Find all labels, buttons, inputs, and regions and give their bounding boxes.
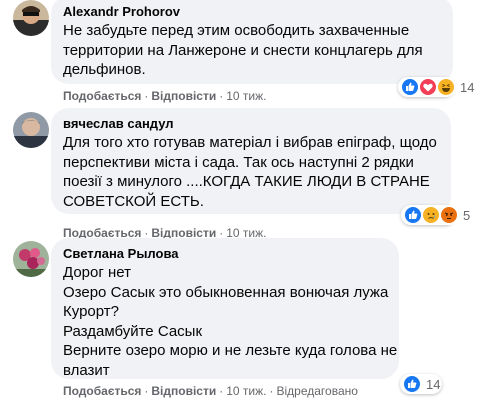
reaction-summary[interactable]: 14	[398, 77, 474, 97]
comment-line: перспективи міста і сада. Так ось наступ…	[63, 153, 414, 171]
reaction-count: 14	[460, 79, 475, 95]
separator-dot: ·	[219, 384, 224, 398]
comment-author[interactable]: вячеслав сандул	[63, 116, 439, 132]
separator-dot: ·	[219, 89, 224, 103]
avatar[interactable]	[13, 0, 49, 36]
reaction-count: 14	[426, 376, 441, 392]
like-reaction-icon	[402, 374, 422, 394]
separator-dot: ·	[144, 89, 149, 103]
comment-line: СОВЕТСКОЙ ЕСТЬ.	[63, 192, 204, 210]
edited-label[interactable]: Відредаговано	[276, 384, 357, 398]
sad-reaction-icon	[421, 205, 441, 225]
comment-line: Озеро Сасык это обыкновенная вонючая луж…	[63, 283, 389, 301]
love-reaction-icon	[418, 77, 438, 97]
comment-author[interactable]: Светлана Рылова	[63, 246, 387, 262]
comment-line: Раздамбуйте Сасык	[63, 322, 203, 340]
comment-line: территории на Ланжероне и снести концлаг…	[63, 41, 423, 59]
like-button[interactable]: Подобається	[63, 384, 141, 398]
comment-line: Курорт?	[63, 303, 119, 320]
avatar[interactable]	[13, 112, 49, 148]
comment-bubble: Alexandr Prohorov Не забудьте перед этим…	[51, 0, 453, 84]
comment-line: Для того хто готував матеріал і вибрав е…	[63, 134, 437, 151]
reaction-summary[interactable]: 14	[400, 374, 442, 394]
comment-actions: Подобається · Відповісти · 10 тиж. · Відредаго…	[63, 383, 358, 399]
like-reaction-icon	[403, 205, 423, 225]
comment-2: вячеслав сандул Для того хто готував мат…	[0, 108, 490, 240]
comment-timestamp[interactable]: 10 тиж.	[226, 89, 266, 103]
like-button[interactable]: Подобається	[63, 89, 141, 103]
reply-button[interactable]: Відповісти	[151, 384, 216, 398]
separator-dot: ·	[269, 384, 274, 398]
comment-text: Не забудьте перед этим освободить захвач…	[63, 21, 441, 80]
avatar[interactable]	[13, 241, 49, 277]
comment-timestamp[interactable]: 10 тиж.	[226, 384, 266, 398]
comment-line: влазит	[63, 361, 110, 379]
comment-line: Дорог нет	[63, 264, 131, 281]
comment-author[interactable]: Alexandr Prohorov	[63, 4, 441, 20]
comment-bubble: вячеслав сандул Для того хто готував мат…	[51, 108, 451, 214]
comment-actions: Подобається · Відповісти · 10 тиж.	[63, 88, 266, 104]
reaction-summary[interactable]: 5	[401, 205, 470, 225]
angry-reaction-icon	[439, 205, 459, 225]
comment-line: дельфинов.	[63, 61, 146, 78]
comment-bubble: Светлана Рылова Дорог нет Озеро Сасык эт…	[51, 238, 399, 379]
comment-1: Alexandr Prohorov Не забудьте перед этим…	[0, 0, 490, 104]
haha-reaction-icon	[436, 77, 456, 97]
comment-text: Для того хто готував матеріал і вибрав е…	[63, 133, 439, 211]
like-reaction-icon	[400, 77, 420, 97]
comment-text: Дорог нет Озеро Сасык это обыкновенная в…	[63, 263, 398, 380]
comment-line: Не забудьте перед этим освободить захвач…	[63, 22, 410, 39]
comment-line: поезії з минулого ....КОГДА ТАКИЕ ЛЮДИ В…	[63, 173, 430, 190]
separator-dot: ·	[144, 384, 149, 398]
reply-button[interactable]: Відповісти	[151, 89, 216, 103]
comment-line: Верните озеро морю и не лезьте куда голо…	[63, 342, 398, 359]
comment-3: Светлана Рылова Дорог нет Озеро Сасык эт…	[0, 238, 490, 402]
reaction-count: 5	[463, 207, 471, 223]
